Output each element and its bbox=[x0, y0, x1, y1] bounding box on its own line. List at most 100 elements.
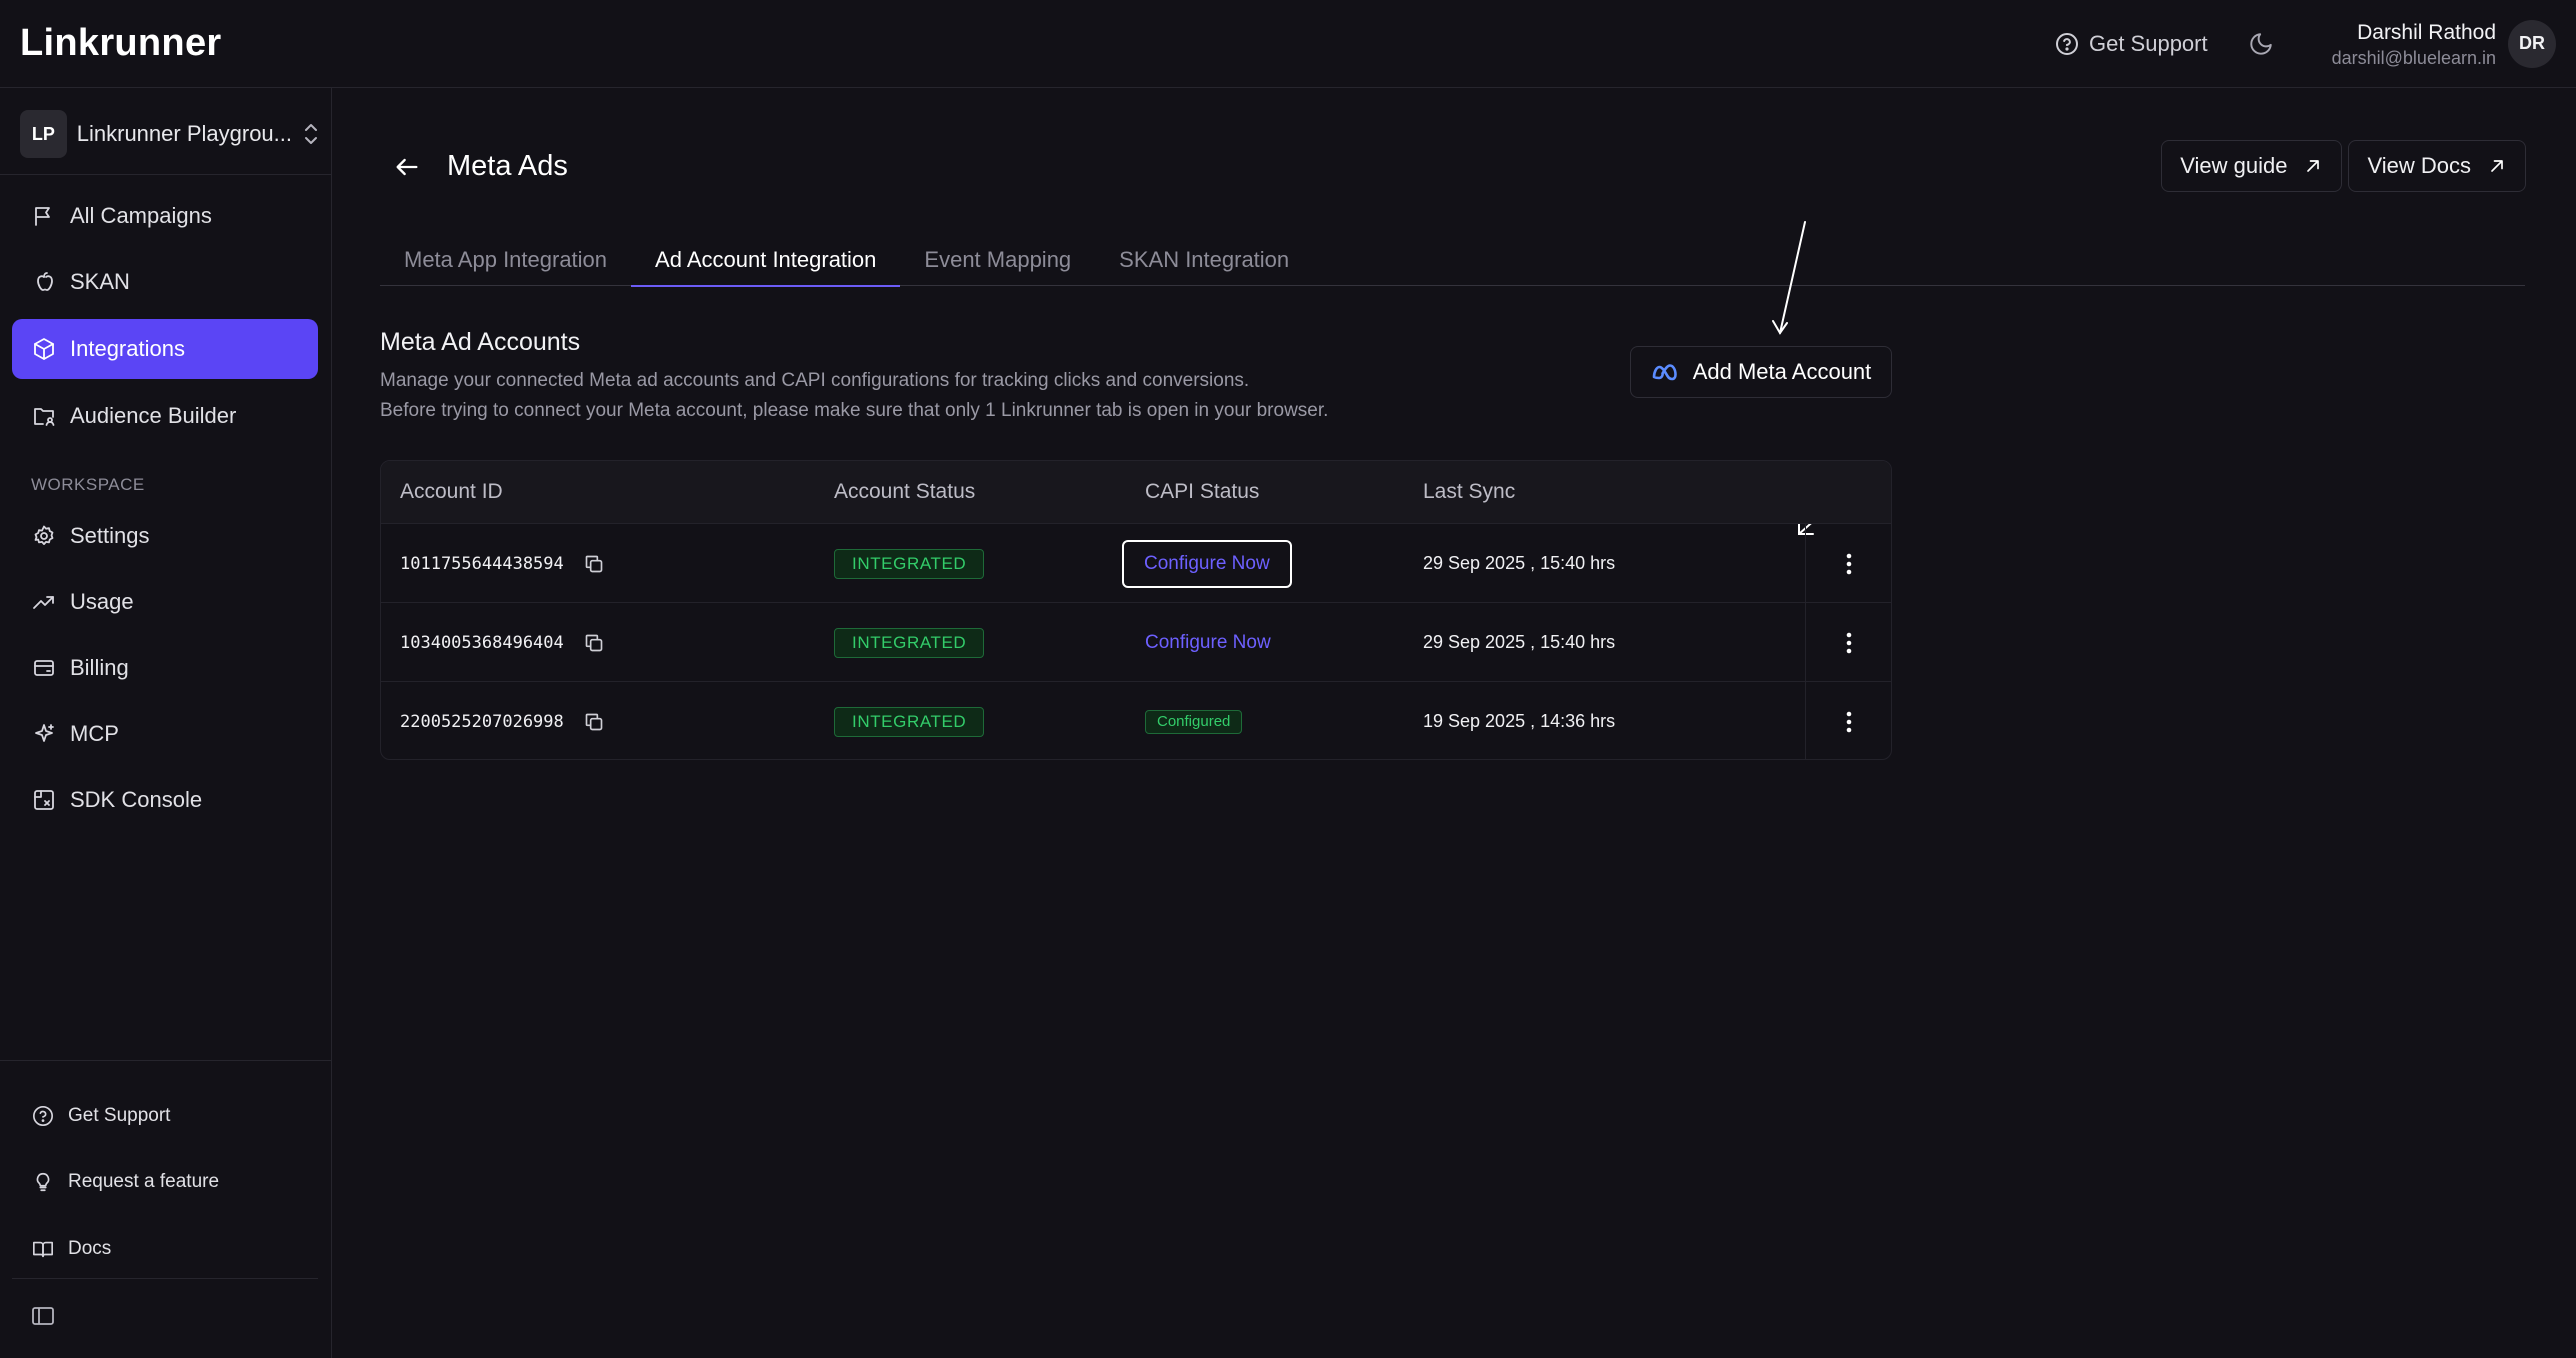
sidebar-item-integrations[interactable]: Integrations bbox=[12, 319, 318, 379]
sidebar-item-sdk-console[interactable]: SDK Console bbox=[12, 770, 318, 830]
sidebar-divider bbox=[0, 1060, 332, 1061]
external-arrow-icon bbox=[2303, 156, 2323, 176]
last-sync: 29 Sep 2025 , 15:40 hrs bbox=[1423, 632, 1616, 652]
column-header-capi-status: CAPI Status bbox=[1145, 480, 1260, 503]
get-support-label: Get Support bbox=[2088, 30, 2208, 56]
meta-accounts-table: Account ID Account Status CAPI Status La… bbox=[380, 460, 1892, 760]
sidebar-item-usage[interactable]: Usage bbox=[12, 572, 318, 632]
table-row: 1034005368496404 INTEGRATED Configure No… bbox=[381, 602, 1891, 682]
view-docs-label: View Docs bbox=[2367, 153, 2471, 178]
view-docs-button[interactable]: View Docs bbox=[2348, 140, 2526, 192]
sidebar-item-label: SKAN bbox=[70, 269, 130, 294]
more-vertical-icon bbox=[1845, 631, 1853, 655]
sidebar-item-settings[interactable]: Settings bbox=[12, 506, 318, 566]
sidebar-toggle-icon[interactable] bbox=[31, 1305, 55, 1327]
row-actions-button[interactable] bbox=[1805, 524, 1891, 603]
sidebar-item-label: All Campaigns bbox=[70, 203, 212, 228]
sidebar-item-label: MCP bbox=[70, 721, 119, 746]
sidebar-divider bbox=[0, 174, 332, 175]
copy-icon[interactable] bbox=[584, 712, 604, 732]
configure-now-link[interactable]: Configure Now bbox=[1122, 539, 1292, 588]
status-badge: INTEGRATED bbox=[834, 706, 985, 737]
guide-buttons: View guide View Docs bbox=[2161, 140, 2526, 192]
page-title: Meta Ads bbox=[447, 150, 568, 182]
moon-icon[interactable] bbox=[2248, 31, 2274, 57]
section-title: Meta Ad Accounts bbox=[380, 328, 581, 356]
account-id: 1011755644438594 bbox=[400, 553, 564, 574]
sidebar-item-label: Audience Builder bbox=[70, 403, 237, 428]
section-description: Manage your connected Meta ad accounts a… bbox=[380, 366, 1328, 426]
row-actions-button[interactable] bbox=[1805, 682, 1891, 759]
account-id-cell: 2200525207026998 bbox=[400, 682, 604, 759]
account-status-cell: INTEGRATED bbox=[834, 682, 985, 759]
workspace-switcher[interactable]: LP Linkrunner Playgrou... bbox=[20, 108, 320, 160]
cube-icon bbox=[32, 337, 56, 361]
section-description-line: Manage your connected Meta ad accounts a… bbox=[380, 370, 1250, 391]
table-row: 1011755644438594 INTEGRATED Configure No… bbox=[381, 523, 1891, 603]
sidebar-item-audience-builder[interactable]: Audience Builder bbox=[12, 386, 318, 446]
workspace-section-label: WORKSPACE bbox=[31, 475, 145, 494]
help-circle-icon bbox=[32, 1105, 54, 1127]
top-right-actions: Get Support Darshil Rathod darshil@bluel… bbox=[2055, 19, 2556, 69]
sparkle-icon bbox=[32, 722, 56, 746]
sidebar-item-skan[interactable]: SKAN bbox=[12, 252, 318, 312]
row-actions-button[interactable] bbox=[1805, 603, 1891, 682]
tab-event-mapping[interactable]: Event Mapping bbox=[900, 234, 1095, 286]
copy-icon[interactable] bbox=[584, 554, 604, 574]
sidebar-item-docs[interactable]: Docs bbox=[12, 1224, 318, 1274]
sidebar-item-all-campaigns[interactable]: All Campaigns bbox=[12, 186, 318, 246]
sidebar-item-label: Docs bbox=[68, 1238, 112, 1259]
sidebar-item-label: Get Support bbox=[68, 1105, 171, 1126]
lightbulb-icon bbox=[32, 1171, 54, 1193]
add-meta-account-button[interactable]: Add Meta Account bbox=[1630, 346, 1892, 398]
column-header-account-status: Account Status bbox=[834, 480, 976, 503]
account-id-cell: 1034005368496404 bbox=[400, 603, 604, 682]
column-header-last-sync: Last Sync bbox=[1423, 480, 1516, 503]
sidebar-item-label: Request a feature bbox=[68, 1171, 220, 1192]
page-header: Meta Ads bbox=[393, 150, 568, 183]
app-logo[interactable]: Linkrunner bbox=[20, 22, 221, 65]
help-circle-icon bbox=[2055, 32, 2079, 56]
sdk-console-icon bbox=[32, 788, 56, 812]
book-icon bbox=[32, 1238, 54, 1260]
user-name: Darshil Rathod bbox=[2357, 20, 2496, 44]
sidebar-divider bbox=[12, 1278, 318, 1279]
status-badge: INTEGRATED bbox=[834, 627, 985, 658]
more-vertical-icon bbox=[1845, 710, 1853, 734]
sidebar-item-label: Integrations bbox=[70, 336, 185, 361]
sidebar-item-request-feature[interactable]: Request a feature bbox=[12, 1157, 318, 1207]
wallet-icon bbox=[32, 656, 56, 680]
external-arrow-icon bbox=[2487, 156, 2507, 176]
user-menu[interactable]: Darshil Rathod darshil@bluelearn.in DR bbox=[2332, 19, 2556, 69]
sidebar-item-label: Settings bbox=[70, 523, 150, 548]
folder-user-icon bbox=[32, 404, 56, 428]
account-id-cell: 1011755644438594 bbox=[400, 524, 604, 603]
account-status-cell: INTEGRATED bbox=[834, 524, 985, 603]
copy-icon[interactable] bbox=[584, 633, 604, 653]
main-content: Meta Ads View guide View Docs Meta App I… bbox=[333, 88, 2576, 1358]
back-arrow-icon[interactable] bbox=[393, 153, 421, 181]
add-meta-account-label: Add Meta Account bbox=[1692, 359, 1872, 384]
sidebar-item-label: SDK Console bbox=[70, 787, 203, 812]
campaign-flag-icon bbox=[32, 204, 56, 228]
account-status-cell: INTEGRATED bbox=[834, 603, 985, 682]
tab-meta-app-integration[interactable]: Meta App Integration bbox=[380, 234, 631, 286]
avatar[interactable]: DR bbox=[2508, 19, 2556, 68]
capi-status-cell: Configure Now bbox=[1145, 603, 1271, 682]
sidebar-item-label: Billing bbox=[70, 655, 129, 680]
apple-icon bbox=[32, 270, 56, 294]
sidebar-item-label: Usage bbox=[70, 589, 134, 614]
sidebar-item-get-support[interactable]: Get Support bbox=[12, 1091, 318, 1141]
configure-now-link[interactable]: Configure Now bbox=[1145, 632, 1271, 654]
meta-logo-icon bbox=[1651, 363, 1679, 381]
view-guide-button[interactable]: View guide bbox=[2161, 140, 2343, 192]
sidebar-item-billing[interactable]: Billing bbox=[12, 638, 318, 698]
tab-ad-account-integration[interactable]: Ad Account Integration bbox=[631, 234, 901, 287]
tab-skan-integration[interactable]: SKAN Integration bbox=[1095, 234, 1313, 286]
table-header: Account ID Account Status CAPI Status La… bbox=[381, 461, 1891, 523]
get-support-button[interactable]: Get Support bbox=[2055, 31, 2208, 57]
sidebar-item-mcp[interactable]: MCP bbox=[12, 704, 318, 764]
configured-badge: Configured bbox=[1145, 709, 1243, 734]
workspace-avatar: LP bbox=[20, 110, 67, 158]
section-description-line: Before trying to connect your Meta accou… bbox=[380, 400, 1329, 421]
